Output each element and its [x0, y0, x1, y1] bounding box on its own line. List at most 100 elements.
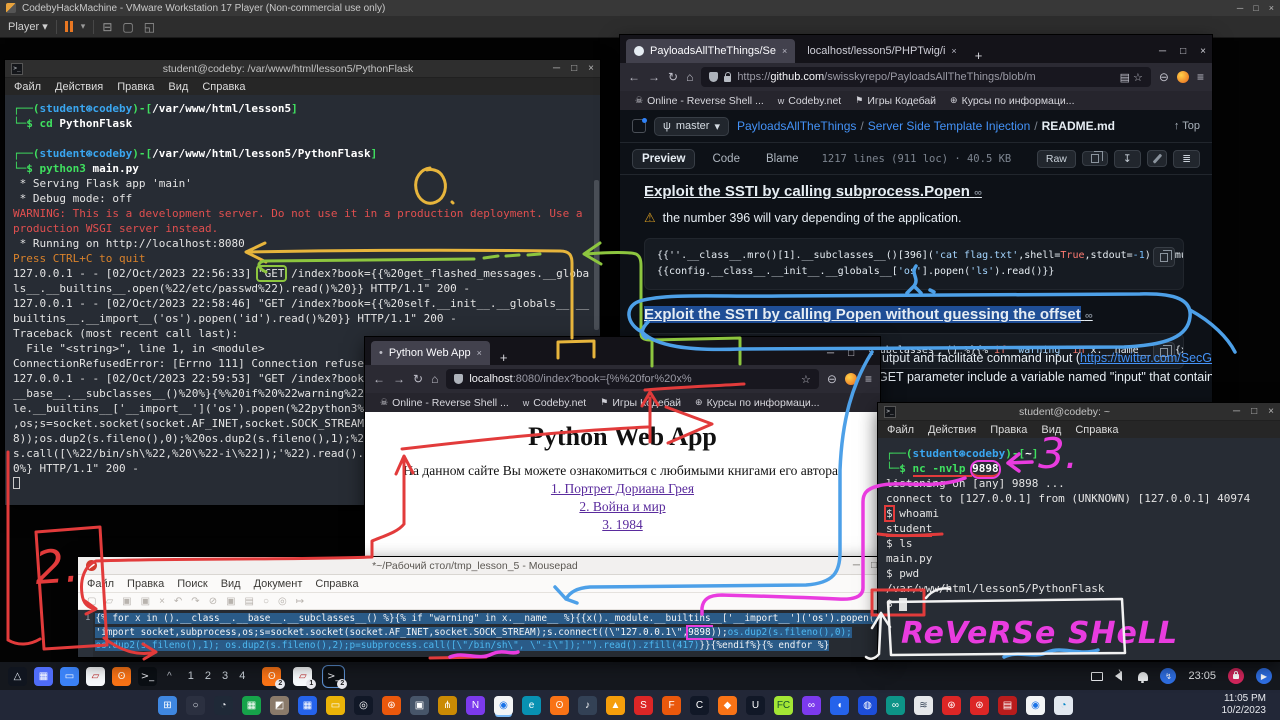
menu-item[interactable]: Справка [315, 578, 358, 590]
minimize-button[interactable]: ─ [853, 560, 860, 571]
slack-like[interactable]: ▦ [242, 696, 261, 715]
download-button[interactable]: ↧ [1114, 150, 1141, 168]
maximize-button[interactable]: □ [571, 63, 577, 74]
tab-code[interactable]: Code [703, 150, 749, 168]
maximize-button[interactable]: □ [1251, 406, 1257, 417]
paste[interactable]: ▤ [245, 596, 254, 607]
fc-app[interactable]: FC [774, 696, 793, 715]
s-app[interactable]: S [634, 696, 653, 715]
toolbox-red[interactable]: ▤ [998, 696, 1017, 715]
payload-text[interactable]: {% for x in ().__class__.__base__.__subc… [93, 610, 885, 657]
fullscreen[interactable]: ▢ [122, 20, 133, 34]
copy-raw-button[interactable] [1082, 151, 1108, 166]
telegram-like[interactable]: ◔ [1054, 696, 1073, 715]
breadcrumb-repo-link[interactable]: PayloadsAllTheThings [737, 119, 856, 133]
menu-item[interactable]: Вид [221, 578, 241, 590]
pocket-icon[interactable]: ⊖ [1159, 70, 1169, 84]
redo[interactable]: ↷ [191, 596, 199, 607]
maps[interactable]: ◍ [858, 696, 877, 715]
bookmark-reverse-shell[interactable]: ☠Online - Reverse Shell ... [375, 397, 514, 409]
tracking-shield-icon[interactable] [454, 374, 463, 384]
menu-item[interactable]: Действия [55, 81, 103, 93]
tab-close-icon[interactable]: × [951, 46, 956, 56]
workspace-switcher[interactable]: 1 2 3 4 [188, 670, 250, 682]
vmware-titlebar[interactable]: CodebyHackMachine - VMware Workstation 1… [0, 0, 1280, 16]
search[interactable]: ○ [186, 696, 205, 715]
goto[interactable]: ↦ [296, 596, 304, 607]
gauge[interactable]: ◔ [214, 696, 233, 715]
new-tab-button[interactable]: + [969, 48, 989, 63]
chrome[interactable]: ◉ [494, 696, 513, 715]
new-doc[interactable]: ▢ [87, 596, 96, 607]
book-link[interactable]: 2. Война и мир [365, 499, 880, 515]
bookmark-courses[interactable]: ⊕Курсы по информаци... [690, 397, 824, 409]
mousepad-titlebar[interactable]: *~/Рабочий стол/tmp_lesson_5 - Mousepad … [78, 557, 885, 575]
book-link[interactable]: 3. 1984 [365, 517, 880, 533]
minimize-button[interactable]: ─ [1233, 406, 1240, 417]
panel-clock[interactable]: 23:05 [1188, 670, 1216, 682]
book-link[interactable]: 1. Портрет Дориана Грея [365, 481, 880, 497]
firefox-launcher[interactable]: ʘ [112, 667, 131, 686]
forward-button[interactable]: → [393, 372, 405, 386]
cinema4d[interactable]: C [690, 696, 709, 715]
bookmark-codeby[interactable]: wCodeby.net [773, 95, 846, 107]
menu-item[interactable]: Справка [1075, 424, 1118, 436]
reader-view-icon[interactable]: ▤ [1120, 72, 1130, 84]
tab-close-icon[interactable]: × [477, 348, 482, 358]
pause-dropdown[interactable]: ▾ [81, 21, 86, 32]
webapp-url-bar[interactable]: localhost:8080/index?book={%%20for%20x% … [446, 369, 819, 389]
terminal-scrollbar[interactable] [594, 180, 599, 330]
symbols-outline-button[interactable]: ≣ [1173, 150, 1200, 168]
menu-item[interactable]: Правка [127, 578, 164, 590]
menu-item[interactable]: Документ [254, 578, 303, 590]
menu-item[interactable]: Вид [1041, 424, 1061, 436]
bookmark-games[interactable]: ⚑Игры Кодебай [850, 95, 941, 107]
unity-mode[interactable]: ◱ [144, 20, 155, 34]
back-button[interactable]: ← [373, 372, 385, 386]
home-button[interactable]: ⌂ [686, 70, 693, 84]
menu-item[interactable]: Поиск [177, 578, 207, 590]
unreal[interactable]: U [746, 696, 765, 715]
anchor-link-icon[interactable]: ∞ [1085, 310, 1093, 322]
file-manager[interactable]: ▭ [60, 667, 79, 686]
menu-item[interactable]: Правка [990, 424, 1027, 436]
home-button[interactable]: ⌂ [431, 372, 438, 386]
kali-menu[interactable]: △ [8, 667, 27, 686]
pause-vm-button[interactable] [65, 21, 73, 32]
file-explorer[interactable]: ▭ [326, 696, 345, 715]
menu-item[interactable]: Вид [168, 81, 188, 93]
breadcrumb-dir-link[interactable]: Server Side Template Injection [868, 119, 1031, 133]
bookmark-codeby[interactable]: wCodeby.net [518, 397, 591, 409]
task-terminal[interactable]: >_2 [324, 667, 343, 686]
mousepad-text-area[interactable]: 1 {% for x in ().__class__.__base__.__su… [78, 610, 885, 657]
menu-item[interactable]: Файл [87, 578, 114, 590]
task-mousepad[interactable]: ▱1 [293, 667, 312, 686]
calendar[interactable]: ▦ [298, 696, 317, 715]
edit-button[interactable] [1147, 150, 1168, 167]
tab-localhost-phptwig[interactable]: localhost/lesson5/PHPTwig/i × [799, 39, 964, 63]
updates-icon[interactable]: ▶ [1256, 668, 1272, 684]
dev-tool[interactable]: ∞ [886, 696, 905, 715]
onenote[interactable]: N [466, 696, 485, 715]
player-menu-button[interactable]: Player ▾ [8, 20, 48, 33]
carrot-app[interactable]: ▲ [606, 696, 625, 715]
gear-red-b[interactable]: ⊛ [970, 696, 989, 715]
maximize-button[interactable]: □ [1180, 46, 1186, 57]
firefox-account-icon[interactable] [845, 373, 857, 385]
vmware-workstation[interactable]: ⋔ [438, 696, 457, 715]
edge[interactable]: e [522, 696, 541, 715]
tracking-shield-icon[interactable] [709, 72, 718, 82]
terminal-flask-titlebar[interactable]: >_ student@codeby: /var/www/html/lesson5… [5, 60, 600, 78]
menu-item[interactable]: Справка [202, 81, 245, 93]
raw-button[interactable]: Raw [1037, 150, 1076, 168]
terminal-netcat-titlebar[interactable]: >_ student@codeby: ~ ─ □ × [878, 403, 1280, 421]
minimize-button[interactable]: ─ [553, 63, 560, 74]
bookmark-reverse-shell[interactable]: ☠Online - Reverse Shell ... [630, 95, 769, 107]
close-button[interactable]: × [1200, 46, 1206, 57]
reload-button[interactable]: ↻ [413, 372, 423, 386]
notification-bell-icon[interactable] [1138, 672, 1148, 681]
portrait[interactable]: ◩ [270, 696, 289, 715]
close-button[interactable]: × [1268, 406, 1274, 417]
github-url-bar[interactable]: https://github.com/swisskyrepo/PayloadsA… [701, 67, 1151, 87]
back-button[interactable]: ← [628, 70, 640, 84]
